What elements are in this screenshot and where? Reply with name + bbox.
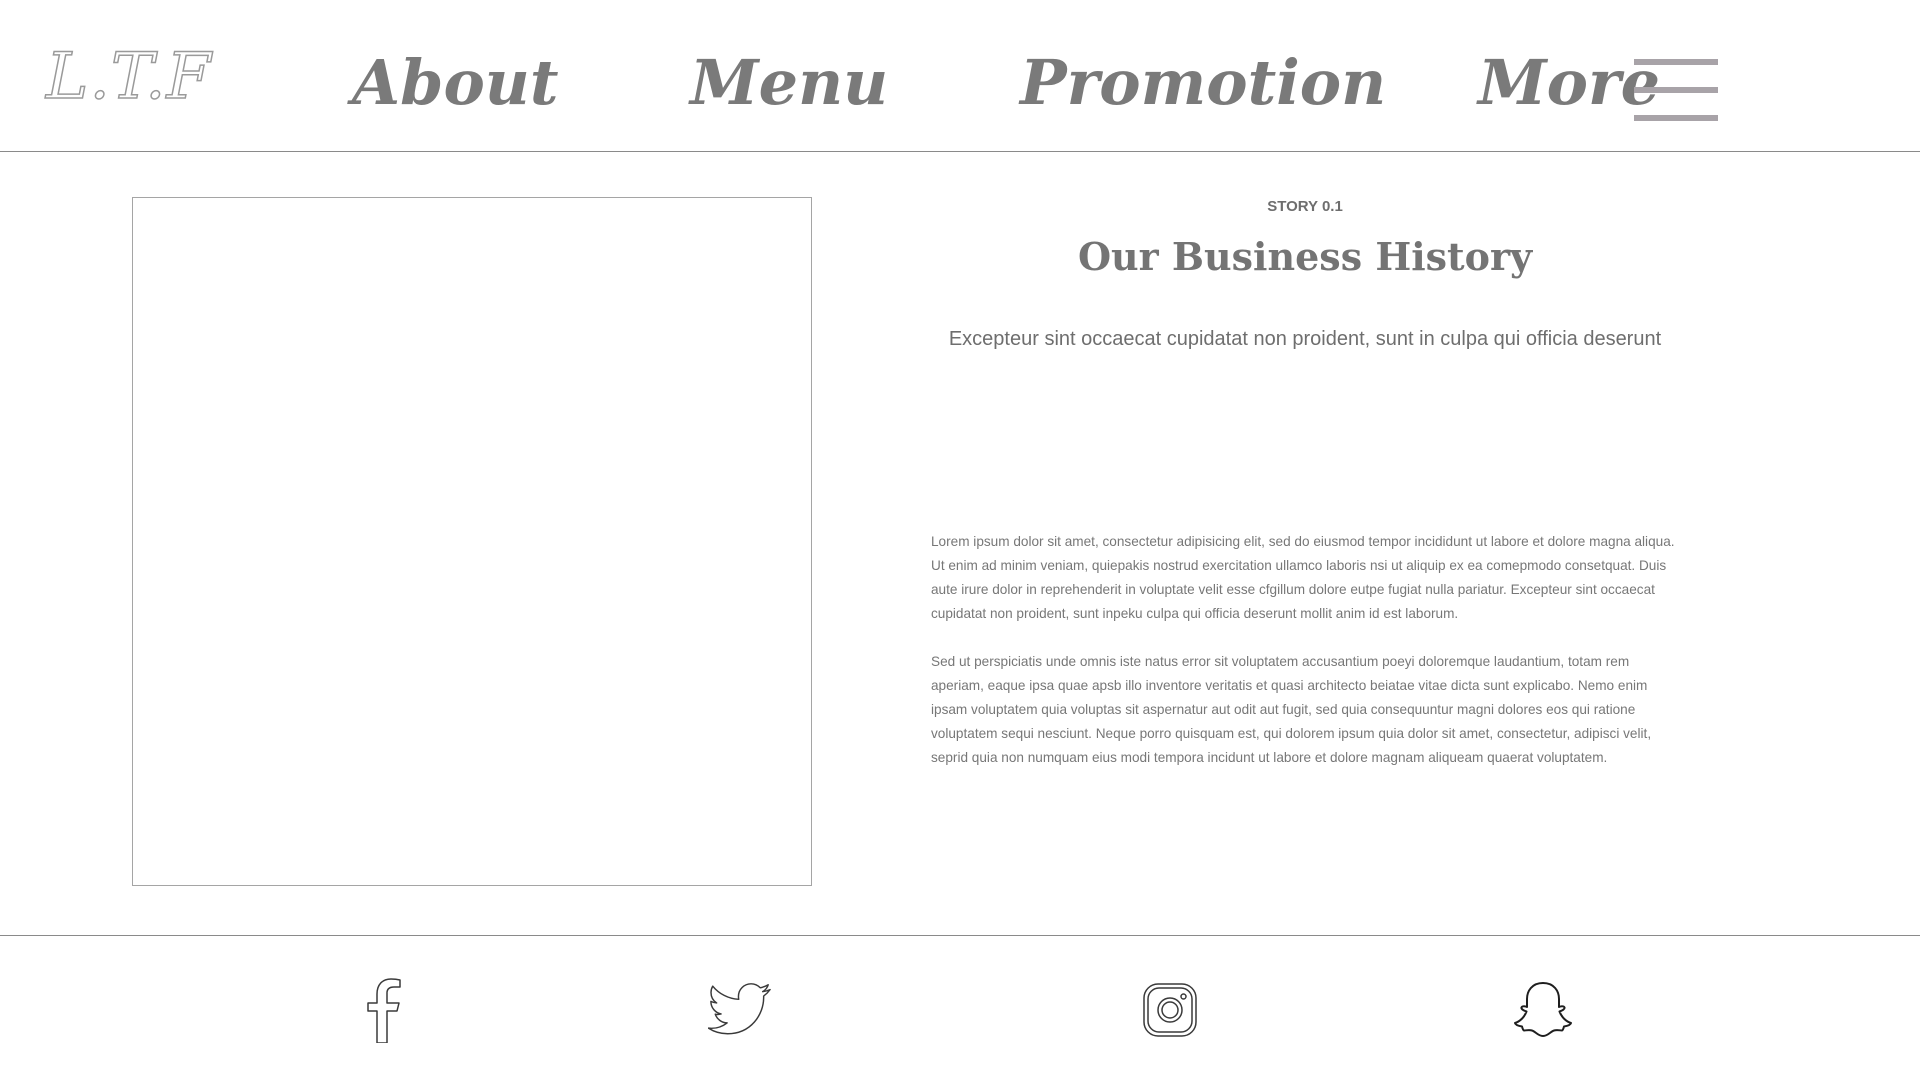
site-logo[interactable]: L.T.F xyxy=(45,39,212,115)
story-title: Our Business History xyxy=(1077,234,1533,279)
nav-menu-link[interactable]: Menu xyxy=(690,46,888,119)
hamburger-bar xyxy=(1634,59,1718,65)
story-label: STORY 0.1 xyxy=(1267,198,1343,215)
nav-more-link[interactable]: More xyxy=(1478,46,1660,119)
facebook-icon[interactable] xyxy=(351,978,415,1043)
page: L.T.F About Menu Promotion More STORY 0.… xyxy=(0,0,1920,1080)
story-paragraph: Sed ut perspiciatis unde omnis iste natu… xyxy=(931,654,1652,765)
story-image-placeholder xyxy=(132,197,812,886)
story-paragraph: Lorem ipsum dolor sit amet, consectetur … xyxy=(931,534,1675,621)
hamburger-bar xyxy=(1634,115,1718,121)
twitter-icon[interactable] xyxy=(708,978,772,1042)
site-header: L.T.F About Menu Promotion More xyxy=(0,0,1920,152)
instagram-icon[interactable] xyxy=(1138,978,1202,1042)
hamburger-bar xyxy=(1634,87,1718,93)
nav-about-link[interactable]: About xyxy=(352,46,559,119)
site-footer xyxy=(0,935,1920,1080)
snapchat-icon[interactable] xyxy=(1511,978,1575,1042)
nav-promotion-link[interactable]: Promotion xyxy=(1020,46,1386,119)
hamburger-menu-icon[interactable] xyxy=(1634,59,1718,121)
story-subtitle: Excepteur sint occaecat cupidatat non pr… xyxy=(948,328,1662,350)
